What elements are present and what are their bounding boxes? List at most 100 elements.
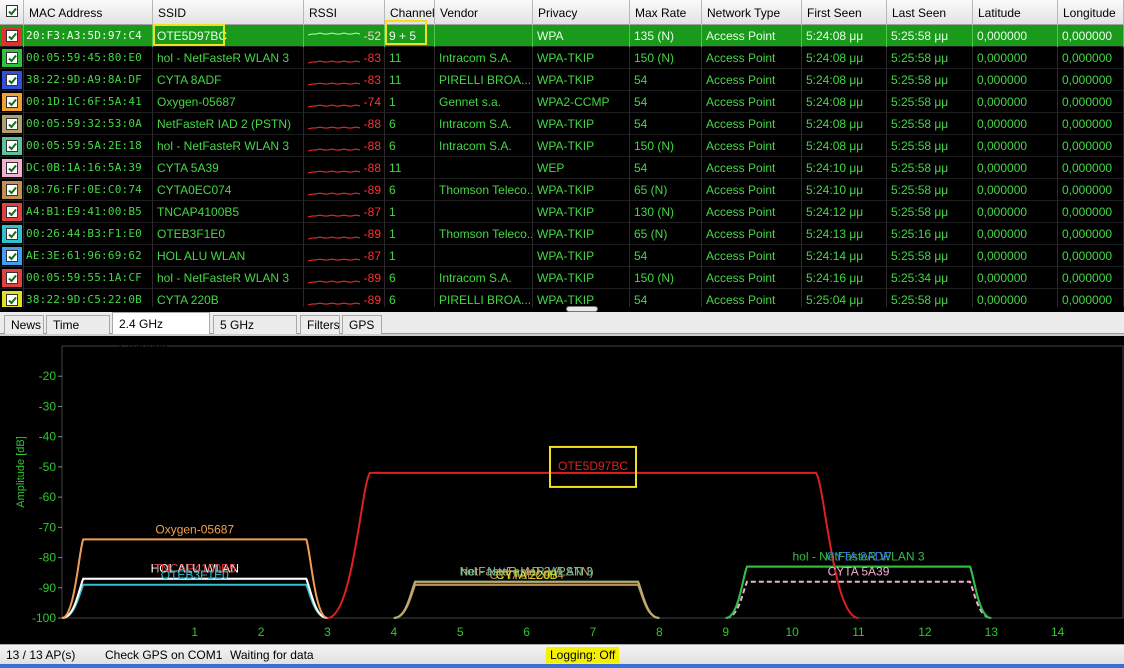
- cell-ssid: Oxygen-05687: [153, 91, 304, 113]
- x-tick-label: 12: [918, 625, 932, 639]
- table-row[interactable]: DC:0B:1A:16:5A:39 CYTA 5A39 -88 11 WEP 54 Acce…: [0, 157, 1124, 179]
- row-checkbox-cell: [0, 179, 24, 201]
- cell-vendor: Intracom S.A.: [435, 47, 533, 69]
- row-checkbox[interactable]: [6, 30, 18, 42]
- column-header-last-seen[interactable]: Last Seen: [887, 0, 973, 25]
- table-row[interactable]: 38:22:9D:A9:8A:DF CYTA 8ADF -83 11 PIRELLI B…: [0, 69, 1124, 91]
- column-header-network-type[interactable]: Network Type: [702, 0, 802, 25]
- cell-rssi: -52: [304, 25, 385, 47]
- cell-latitude: 0,000000: [973, 179, 1058, 201]
- column-header-vendor[interactable]: Vendor: [435, 0, 533, 25]
- y-tick-label: -50: [39, 460, 57, 474]
- table-row[interactable]: 08:76:FF:0E:C0:74 CYTA0EC074 -89 6 Thomson T…: [0, 179, 1124, 201]
- column-header-mac[interactable]: MAC Address: [24, 0, 153, 25]
- row-checkbox-cell: [0, 91, 24, 113]
- cell-vendor: Intracom S.A.: [435, 135, 533, 157]
- column-header-rssi[interactable]: RSSI: [304, 0, 385, 25]
- cell-ssid: TNCAP4100B5: [153, 201, 304, 223]
- row-checkbox[interactable]: [6, 206, 18, 218]
- rssi-value: -74: [363, 95, 381, 109]
- cell-longitude: 0,000000: [1058, 91, 1124, 113]
- cell-rssi: -83: [304, 69, 385, 91]
- row-checkbox[interactable]: [6, 228, 18, 240]
- cell-privacy: WPA-TKIP: [533, 113, 630, 135]
- tab-time-graph[interactable]: Time Graph: [46, 315, 110, 350]
- row-checkbox[interactable]: [6, 272, 18, 284]
- logging-status[interactable]: Logging: Off: [546, 647, 620, 663]
- table-row[interactable]: 38:22:9D:C5:22:0B CYTA 220B -89 6 PIRELLI BR…: [0, 289, 1124, 307]
- cell-vendor: Intracom S.A.: [435, 267, 533, 289]
- row-checkbox-cell: [0, 201, 24, 223]
- table-row[interactable]: 00:26:44:B3:F1:E0 OTEB3F1E0 -89 1 Thomson Te…: [0, 223, 1124, 245]
- tab-news[interactable]: News: [4, 315, 44, 334]
- column-header-longitude[interactable]: Longitude: [1058, 0, 1124, 25]
- cell-channel: 6: [385, 267, 435, 289]
- rssi-sparkline: [308, 192, 360, 196]
- tab-5-ghz-channels[interactable]: 5 GHz Channels: [213, 315, 297, 350]
- y-tick-label: -80: [39, 551, 57, 565]
- cell-ssid: NetFasteR IAD 2 (PSTN): [153, 113, 304, 135]
- row-checkbox[interactable]: [6, 118, 18, 130]
- cell-ssid: HOL ALU WLAN: [153, 245, 304, 267]
- cell-latitude: 0,000000: [973, 47, 1058, 69]
- row-checkbox[interactable]: [6, 184, 18, 196]
- x-tick-label: 11: [852, 625, 865, 639]
- column-header-first-seen[interactable]: First Seen: [802, 0, 887, 25]
- rssi-value: -88: [363, 139, 381, 153]
- row-checkbox[interactable]: [6, 250, 18, 262]
- row-checkbox[interactable]: [6, 52, 18, 64]
- tab-2-4-ghz-channels[interactable]: 2.4 GHz Channels: [112, 312, 210, 353]
- column-header-check[interactable]: [0, 0, 24, 25]
- channel-chart-svg: -20-30-40-50-60-70-80-90-1001 2 3 4 5 6 7 8 9 10 1…: [15, 345, 1124, 639]
- table-row[interactable]: 00:05:59:45:80:E0 hol - NetFasteR WLAN 3 -…: [0, 47, 1124, 69]
- table-row[interactable]: 20:F3:A3:5D:97:C4 OTE5D97BC -52 9 + 5 WPA 135…: [0, 25, 1124, 47]
- cell-network-type: Access Point: [702, 179, 802, 201]
- select-all-checkbox[interactable]: [6, 5, 18, 17]
- cell-mac: 00:05:59:45:80:E0: [24, 47, 153, 69]
- x-tick-label: 9: [722, 625, 729, 639]
- row-checkbox[interactable]: [6, 96, 18, 108]
- column-header-max-rate[interactable]: Max Rate: [630, 0, 702, 25]
- row-checkbox[interactable]: [6, 294, 18, 306]
- table-row[interactable]: 00:1D:1C:6F:5A:41 Oxygen-05687 -74 1 Gennet …: [0, 91, 1124, 113]
- cell-latitude: 0,000000: [973, 223, 1058, 245]
- row-checkbox-cell: [0, 245, 24, 267]
- tab-gps[interactable]: GPS: [342, 315, 382, 334]
- y-tick-label: -100: [32, 611, 56, 625]
- cell-max-rate: 130 (N): [630, 201, 702, 223]
- cell-longitude: 0,000000: [1058, 201, 1124, 223]
- cell-mac: DC:0B:1A:16:5A:39: [24, 157, 153, 179]
- cell-longitude: 0,000000: [1058, 223, 1124, 245]
- rssi-value: -87: [363, 249, 381, 263]
- cell-privacy: WPA-TKIP: [533, 245, 630, 267]
- cell-network-type: Access Point: [702, 223, 802, 245]
- cell-latitude: 0,000000: [973, 69, 1058, 91]
- row-checkbox[interactable]: [6, 162, 18, 174]
- column-header-ssid[interactable]: SSID: [153, 0, 304, 25]
- cell-last-seen: 5:25:58 μμ: [887, 179, 973, 201]
- column-header-privacy[interactable]: Privacy: [533, 0, 630, 25]
- table-row[interactable]: 00:05:59:5A:2E:18 hol - NetFasteR WLAN 3 -…: [0, 135, 1124, 157]
- cell-vendor: Thomson Teleco...: [435, 179, 533, 201]
- column-header-channel[interactable]: Channel: [385, 0, 435, 25]
- tab-filters[interactable]: Filters: [300, 315, 340, 334]
- table-row[interactable]: AE:3E:61:96:69:62 HOL ALU WLAN -87 1 WPA-TKI…: [0, 245, 1124, 267]
- row-checkbox-cell: [0, 157, 24, 179]
- x-tick-label: 1: [191, 625, 198, 639]
- cell-max-rate: 54: [630, 69, 702, 91]
- column-header-latitude[interactable]: Latitude: [973, 0, 1058, 25]
- cell-max-rate: 54: [630, 245, 702, 267]
- x-tick-label: 4: [391, 625, 398, 639]
- rssi-sparkline: [308, 280, 360, 284]
- table-row[interactable]: 00:05:59:55:1A:CF hol - NetFasteR WLAN 3 -…: [0, 267, 1124, 289]
- table-row[interactable]: A4:B1:E9:41:00:B5 TNCAP4100B5 -87 1 WPA-TKIP…: [0, 201, 1124, 223]
- rssi-value: -89: [363, 293, 381, 307]
- cell-mac: 00:26:44:B3:F1:E0: [24, 223, 153, 245]
- cell-privacy: WPA-TKIP: [533, 201, 630, 223]
- cell-privacy: WPA-TKIP: [533, 267, 630, 289]
- cell-mac: 00:05:59:5A:2E:18: [24, 135, 153, 157]
- table-row[interactable]: 00:05:59:32:53:0A NetFasteR IAD 2 (PSTN) -…: [0, 113, 1124, 135]
- cell-max-rate: 135 (N): [630, 25, 702, 47]
- row-checkbox[interactable]: [6, 140, 18, 152]
- row-checkbox[interactable]: [6, 74, 18, 86]
